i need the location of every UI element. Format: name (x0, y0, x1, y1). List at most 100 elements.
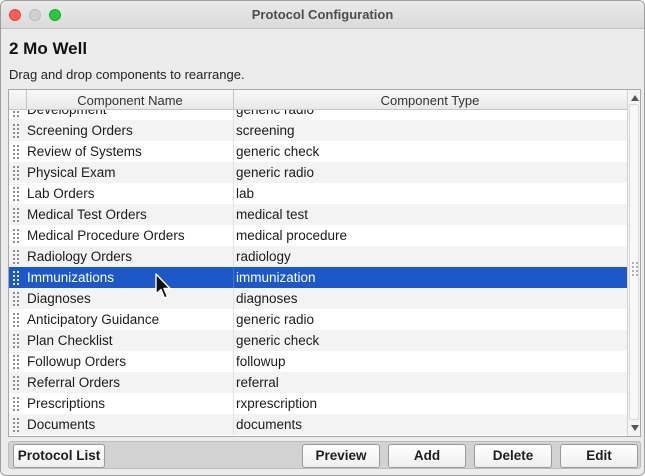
column-header-component-name[interactable]: Component Name (27, 93, 233, 108)
table-row[interactable]: Physical Exam generic radio (9, 162, 627, 183)
components-table: Component Name Component Type Developmen… (8, 89, 641, 437)
drag-handle-icon[interactable] (13, 123, 21, 138)
component-type-cell: medical test (236, 207, 309, 222)
drag-handle-icon[interactable] (13, 396, 21, 411)
component-name-cell: Prescriptions (27, 396, 106, 411)
header-handle-column (9, 90, 27, 110)
component-name-cell: Anticipatory Guidance (27, 312, 160, 327)
title-bar: Protocol Configuration (1, 1, 644, 29)
component-name-cell: Documents (27, 417, 96, 432)
column-separator (233, 204, 234, 225)
component-name-cell: Radiology Orders (27, 249, 133, 264)
window-title: Protocol Configuration (251, 7, 394, 22)
instructions-text: Drag and drop components to rearrange. (9, 67, 245, 82)
table-row[interactable]: Immunizations immunization (9, 267, 627, 288)
drag-handle-icon[interactable] (13, 312, 21, 327)
drag-handle-icon[interactable] (13, 249, 21, 264)
column-separator (233, 225, 234, 246)
protocol-list-button[interactable]: Protocol List (13, 444, 105, 468)
component-name-cell: Physical Exam (27, 165, 116, 180)
button-bar: Protocol List Preview Add Delete Edit (8, 441, 641, 469)
column-separator (233, 309, 234, 330)
column-separator (233, 246, 234, 267)
component-type-cell: generic check (236, 144, 320, 159)
column-separator (233, 120, 234, 141)
component-type-cell: followup (236, 354, 286, 369)
drag-handle-icon[interactable] (13, 417, 21, 432)
drag-handle-icon[interactable] (13, 291, 21, 306)
column-header-component-type[interactable]: Component Type (233, 93, 627, 108)
component-type-cell: referral (236, 375, 279, 390)
component-name-cell: Referral Orders (27, 375, 121, 390)
column-separator (233, 372, 234, 393)
column-separator (233, 267, 234, 288)
table-row[interactable]: Development generic radio (9, 110, 627, 120)
vertical-scrollbar[interactable] (627, 90, 640, 436)
table-row[interactable]: Lab Orders lab (9, 183, 627, 204)
scroll-up-arrow-icon[interactable] (631, 95, 639, 101)
drag-handle-icon[interactable] (13, 375, 21, 390)
column-separator (233, 414, 234, 435)
table-body: Development generic radio Screening Orders… (9, 110, 627, 436)
component-type-cell: screening (236, 123, 295, 138)
component-type-cell: generic radio (236, 312, 315, 327)
component-name-cell: Medical Test Orders (27, 207, 147, 222)
component-name-cell: Lab Orders (27, 186, 95, 201)
component-name-cell: Diagnoses (27, 291, 91, 306)
component-type-cell: diagnoses (236, 291, 298, 306)
component-type-cell: generic radio (236, 165, 315, 180)
table-row[interactable]: Medical Test Orders medical test (9, 204, 627, 225)
table-row[interactable]: Plan Checklist generic check (9, 330, 627, 351)
component-type-cell: lab (236, 186, 255, 201)
component-type-cell: radiology (236, 249, 291, 264)
scrollbar-thumb[interactable] (629, 104, 639, 420)
preview-button[interactable]: Preview (302, 444, 380, 468)
delete-button[interactable]: Delete (474, 444, 552, 468)
column-separator (233, 141, 234, 162)
edit-button[interactable]: Edit (560, 444, 638, 468)
column-separator (233, 288, 234, 309)
drag-handle-icon[interactable] (13, 110, 21, 117)
column-separator (233, 393, 234, 414)
component-type-cell: generic radio (236, 110, 314, 117)
component-type-cell: rxprescription (236, 396, 318, 411)
component-type-cell: generic check (236, 333, 320, 348)
drag-handle-icon[interactable] (13, 228, 21, 243)
column-separator (233, 162, 234, 183)
drag-handle-icon[interactable] (13, 186, 21, 201)
table-row[interactable]: Followup Orders followup (9, 351, 627, 372)
scroll-down-arrow-icon[interactable] (631, 425, 639, 431)
column-separator (233, 110, 234, 120)
component-name-cell: Plan Checklist (27, 333, 113, 348)
drag-handle-icon[interactable] (13, 165, 21, 180)
column-separator (233, 183, 234, 204)
arrow-cursor-icon (155, 273, 171, 299)
table-row[interactable]: Prescriptions rxprescription (9, 393, 627, 414)
column-separator (233, 330, 234, 351)
table-row[interactable]: Medical Procedure Orders medical procedur… (9, 225, 627, 246)
column-separator (233, 351, 234, 372)
drag-handle-icon[interactable] (13, 270, 21, 285)
drag-handle-icon[interactable] (13, 354, 21, 369)
table-header: Component Name Component Type (9, 90, 627, 110)
component-type-cell: medical procedure (236, 228, 348, 243)
component-name-cell: Review of Systems (27, 144, 142, 159)
add-button[interactable]: Add (388, 444, 466, 468)
table-row[interactable]: Diagnoses diagnoses (9, 288, 627, 309)
table-row[interactable]: Screening Orders screening (9, 120, 627, 141)
protocol-name: 2 Mo Well (9, 39, 88, 58)
drag-handle-icon[interactable] (13, 333, 21, 348)
table-row[interactable]: Documents documents (9, 414, 627, 435)
table-row[interactable]: Radiology Orders radiology (9, 246, 627, 267)
table-row[interactable]: Anticipatory Guidance generic radio (9, 309, 627, 330)
table-row[interactable]: Review of Systems generic check (9, 141, 627, 162)
component-name-cell: Medical Procedure Orders (27, 228, 185, 243)
component-type-cell: documents (236, 417, 303, 432)
drag-handle-icon[interactable] (13, 207, 21, 222)
component-name-cell: Screening Orders (27, 123, 133, 138)
table-row[interactable]: Referral Orders referral (9, 372, 627, 393)
scrollbar-grip-icon (631, 261, 639, 277)
drag-handle-icon[interactable] (13, 144, 21, 159)
component-type-cell: immunization (236, 270, 316, 285)
table-rows: Development generic radio Screening Orders… (9, 110, 627, 435)
